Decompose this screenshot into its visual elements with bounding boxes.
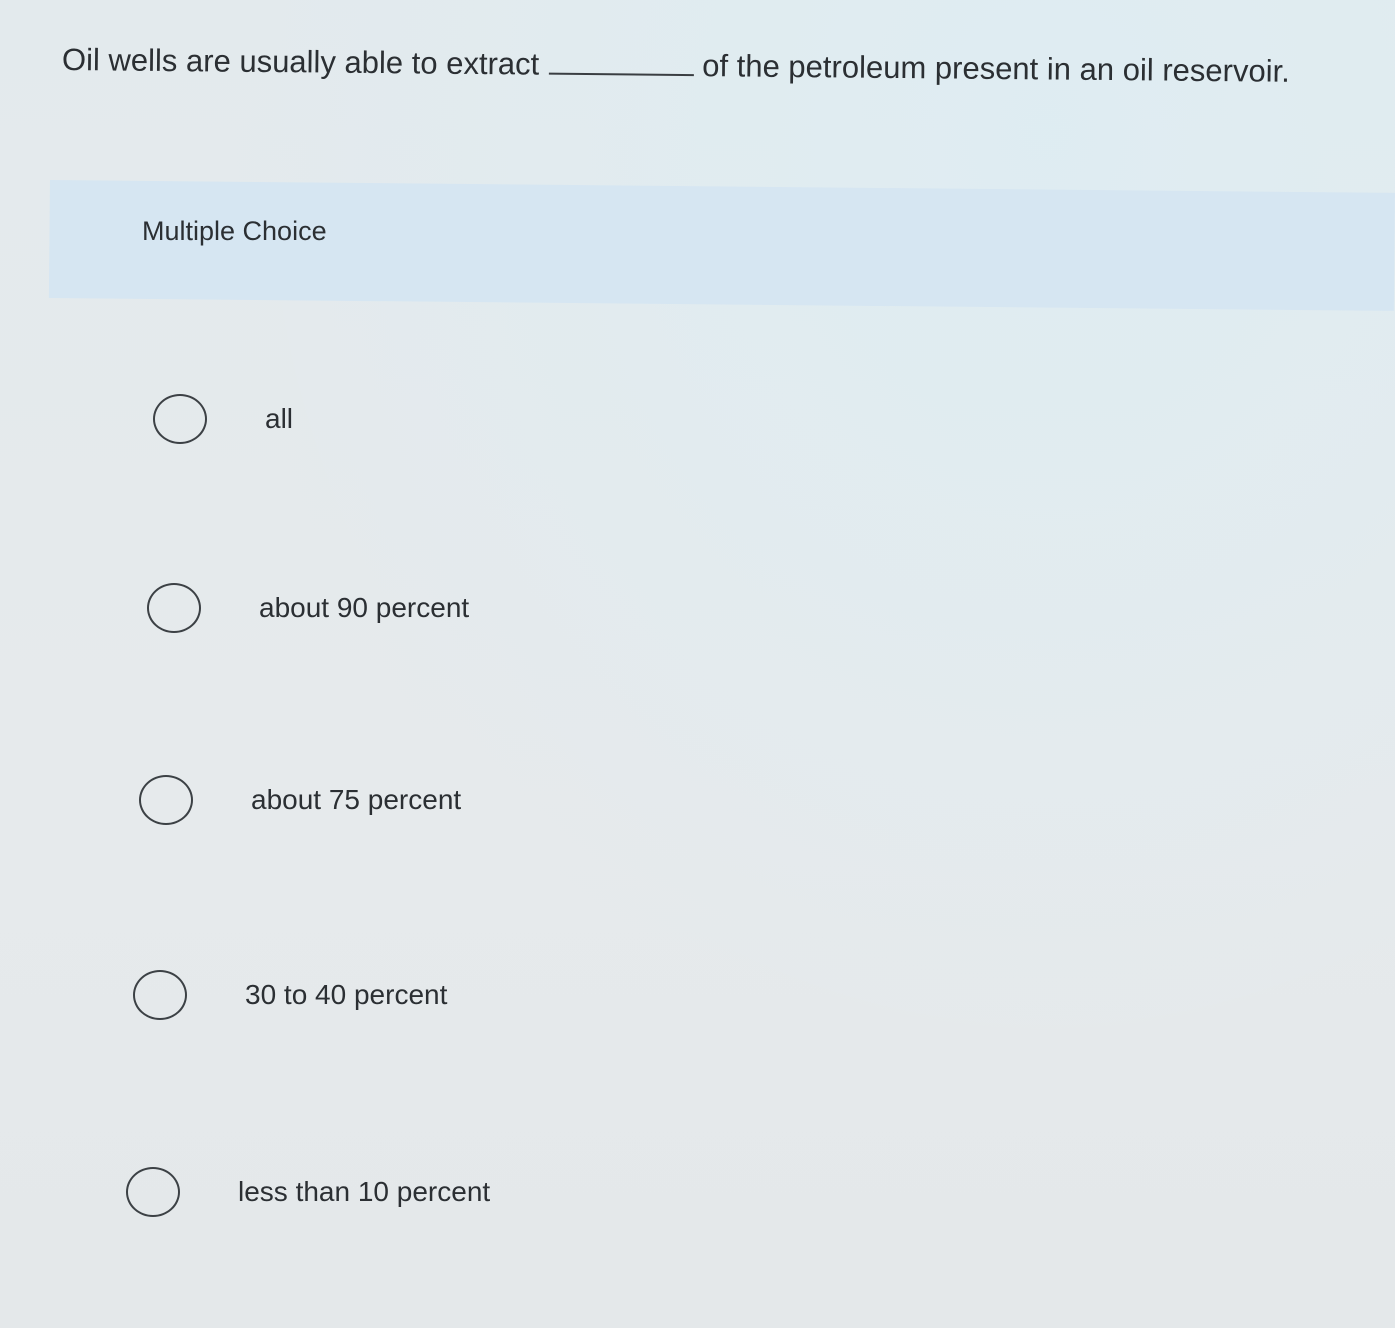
radio-button-icon[interactable] [153, 394, 207, 444]
option-label: all [265, 403, 294, 434]
option-all[interactable]: all [153, 394, 293, 444]
answer-options: all about 90 percent about 75 percent 30… [0, 0, 1395, 1328]
option-about-75-percent[interactable]: about 75 percent [139, 775, 461, 825]
quiz-page: Oil wells are usually able to extract of … [0, 0, 1395, 1328]
radio-button-icon[interactable] [126, 1167, 180, 1217]
option-label: 30 to 40 percent [245, 979, 448, 1010]
radio-button-icon[interactable] [139, 775, 193, 825]
option-label: about 75 percent [251, 784, 462, 815]
option-less-than-10-percent[interactable]: less than 10 percent [126, 1167, 490, 1217]
option-label: less than 10 percent [238, 1176, 491, 1207]
option-label: about 90 percent [259, 592, 470, 623]
radio-button-icon[interactable] [133, 970, 187, 1020]
option-about-90-percent[interactable]: about 90 percent [147, 583, 469, 633]
option-30-to-40-percent[interactable]: 30 to 40 percent [133, 970, 447, 1020]
radio-button-icon[interactable] [147, 583, 201, 633]
